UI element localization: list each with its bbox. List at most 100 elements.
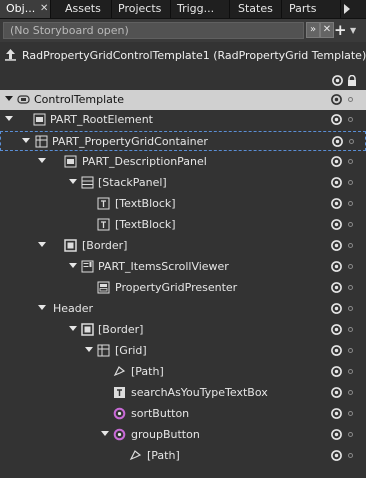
tree-row-controltemplate[interactable]: ControlTemplate <box>0 90 366 110</box>
lock-dot-icon[interactable] <box>348 369 353 374</box>
tree-row-grid[interactable]: [Grid] <box>0 341 366 361</box>
textblock-icon <box>97 218 110 231</box>
expand-toggle[interactable] <box>69 326 77 331</box>
eye-icon[interactable] <box>331 135 344 148</box>
tab-label: Parts <box>289 2 317 15</box>
tree-row-part-rootelement[interactable]: PART_RootElement <box>0 110 366 130</box>
tree-row-label: [Path] <box>131 365 164 378</box>
tree-row-part-descriptionpanel[interactable]: PART_DescriptionPanel <box>0 152 366 172</box>
border-icon <box>81 323 94 336</box>
lock-dot-icon[interactable] <box>348 411 353 416</box>
lock-dot-icon[interactable] <box>348 243 353 248</box>
tree-row-label: Header <box>53 302 94 315</box>
lock-dot-icon[interactable] <box>348 117 353 122</box>
double-chevron-down-icon[interactable]: » <box>306 22 320 38</box>
eye-icon[interactable] <box>330 260 343 273</box>
tree-row-part-itemsscrollviewer[interactable]: PART_ItemsScrollViewer <box>0 257 366 277</box>
tree-row-searchasyoutypetextbox[interactable]: searchAsYouTypeTextBox <box>0 383 366 403</box>
tree-row-textblock[interactable]: [TextBlock] <box>0 215 366 235</box>
lock-dot-icon[interactable] <box>348 222 353 227</box>
eye-icon[interactable] <box>330 281 343 294</box>
lock-dot-icon[interactable] <box>348 97 353 102</box>
lock-dot-icon[interactable] <box>349 139 354 144</box>
eye-icon[interactable] <box>330 428 343 441</box>
expand-toggle[interactable] <box>69 263 77 268</box>
expand-toggle[interactable] <box>5 116 13 121</box>
lock-dot-icon[interactable] <box>348 390 353 395</box>
tree-row-label: [Grid] <box>115 344 147 357</box>
lock-dot-icon[interactable] <box>348 348 353 353</box>
expand-toggle[interactable] <box>22 138 30 143</box>
expand-toggle[interactable] <box>101 431 109 436</box>
tab-triggers[interactable]: Trigg... <box>171 0 230 18</box>
lock-dot-icon[interactable] <box>348 285 353 290</box>
expand-toggle[interactable] <box>38 158 46 163</box>
tree-row-header[interactable]: Header <box>0 299 366 319</box>
lock-dot-icon[interactable] <box>348 180 353 185</box>
tree-row-stackpanel[interactable]: [StackPanel] <box>0 173 366 193</box>
tree-row-border[interactable]: [Border] <box>0 236 366 256</box>
tree-row-sortbutton[interactable]: sortButton <box>0 404 366 424</box>
path-icon <box>129 450 142 461</box>
lock-dot-icon[interactable] <box>348 159 353 164</box>
lock-icon[interactable] <box>346 75 358 87</box>
expand-toggle[interactable] <box>38 242 46 247</box>
breadcrumb-text: RadPropertyGridControlTemplate1 (RadProp… <box>22 49 366 62</box>
breadcrumb: RadPropertyGridControlTemplate1 (RadProp… <box>0 42 366 72</box>
lock-dot-icon[interactable] <box>348 306 353 311</box>
eye-icon[interactable] <box>330 407 343 420</box>
close-icon[interactable]: ✕ <box>40 0 48 18</box>
tree-row-label: [TextBlock] <box>115 218 176 231</box>
eye-icon[interactable] <box>330 239 343 252</box>
lock-dot-icon[interactable] <box>348 264 353 269</box>
tree-row-textblock[interactable]: [TextBlock] <box>0 194 366 214</box>
expand-toggle[interactable] <box>5 96 13 101</box>
panel-tab-bar: Obj... ✕ Assets Projects Trigg... States… <box>0 0 366 19</box>
lock-dot-icon[interactable] <box>348 453 353 458</box>
up-arrow-icon[interactable] <box>4 48 17 61</box>
eye-icon[interactable] <box>331 75 344 86</box>
button-icon <box>113 428 126 441</box>
eye-icon[interactable] <box>330 323 343 336</box>
eye-icon[interactable] <box>330 344 343 357</box>
tab-overflow-arrow[interactable] <box>344 4 350 14</box>
chevron-down-icon[interactable]: ▼ <box>350 23 356 39</box>
tree-row-part-propertygridcontainer[interactable]: PART_PropertyGridContainer <box>0 131 366 151</box>
path-icon <box>113 366 126 377</box>
lock-dot-icon[interactable] <box>348 327 353 332</box>
tab-states[interactable]: States <box>232 0 282 18</box>
eye-icon[interactable] <box>330 176 343 189</box>
tree-row-label: searchAsYouTypeTextBox <box>131 386 268 399</box>
expand-toggle[interactable] <box>38 305 46 310</box>
tab-objects[interactable]: Obj... ✕ <box>0 0 51 18</box>
tree-row-path[interactable]: [Path] <box>0 362 366 382</box>
close-icon[interactable]: ✕ <box>320 22 334 38</box>
expand-toggle[interactable] <box>85 347 93 352</box>
add-storyboard-button[interactable]: + <box>334 21 347 39</box>
eye-icon[interactable] <box>330 155 343 168</box>
tab-assets[interactable]: Assets <box>59 0 112 18</box>
tab-label: Trigg... <box>177 2 215 15</box>
lock-dot-icon[interactable] <box>348 432 353 437</box>
tree-row-path[interactable]: [Path] <box>0 446 366 466</box>
eye-icon[interactable] <box>330 302 343 315</box>
storyboard-picker[interactable]: (No Storyboard open) <box>3 22 304 39</box>
grid-icon <box>33 113 46 126</box>
tab-parts[interactable]: Parts <box>283 0 341 18</box>
tree-row-border[interactable]: [Border] <box>0 320 366 340</box>
tree-row-label: PART_RootElement <box>50 113 153 126</box>
eye-icon[interactable] <box>330 449 343 462</box>
eye-icon[interactable] <box>330 386 343 399</box>
eye-icon[interactable] <box>330 218 343 231</box>
expand-toggle[interactable] <box>69 179 77 184</box>
eye-icon[interactable] <box>330 197 343 210</box>
eye-icon[interactable] <box>330 113 343 126</box>
tree-row-propertygridpresenter[interactable]: PropertyGridPresenter <box>0 278 366 298</box>
tab-label: Obj... <box>6 2 36 15</box>
tab-projects[interactable]: Projects <box>112 0 171 18</box>
eye-icon[interactable] <box>330 365 343 378</box>
lock-dot-icon[interactable] <box>348 201 353 206</box>
eye-icon[interactable] <box>330 93 343 106</box>
presenter-icon <box>97 281 110 294</box>
tree-row-groupbutton[interactable]: groupButton <box>0 425 366 445</box>
